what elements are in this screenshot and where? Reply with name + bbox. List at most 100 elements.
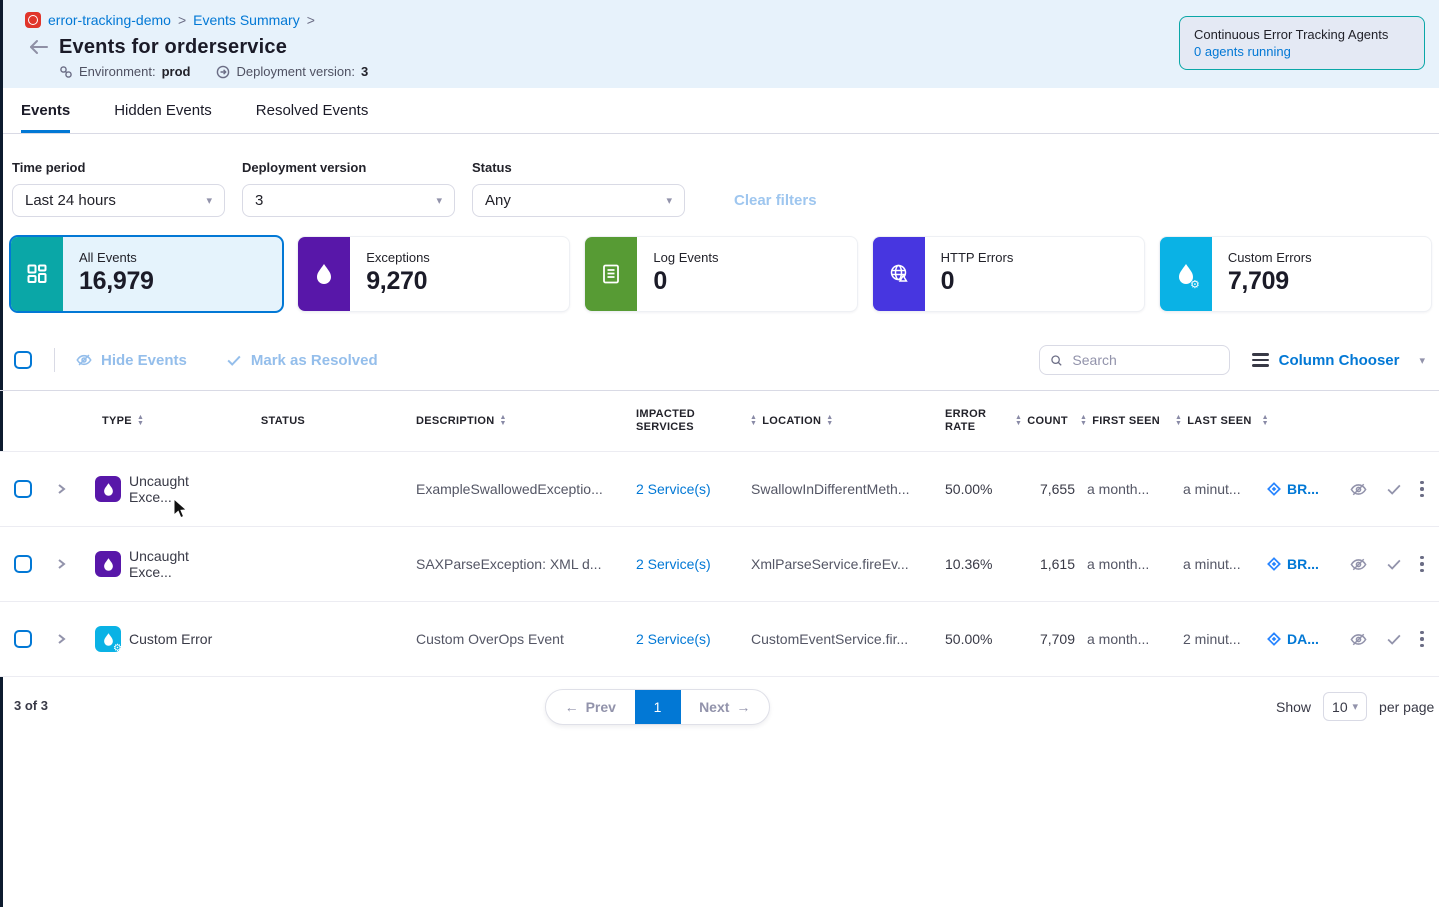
event-description: Custom OverOps Event <box>404 631 630 647</box>
error-rate: 50.00% <box>935 481 1015 497</box>
environment-label: Environment: <box>79 64 156 79</box>
card-exceptions[interactable]: Exceptions 9,270 <box>297 236 570 312</box>
event-description: SAXParseException: XML d... <box>404 556 630 572</box>
sort-icon[interactable]: ▲▼ <box>1262 415 1269 427</box>
hide-event-icon[interactable] <box>1349 555 1368 574</box>
column-header-type[interactable]: TYPE ▲▼ <box>88 415 228 428</box>
deployment-version-value: 3 <box>255 192 263 209</box>
impacted-services-link[interactable]: 2 Service(s) <box>636 631 711 647</box>
ticket-link[interactable]: BR... <box>1287 556 1319 572</box>
arrow-right-icon: → <box>736 699 750 715</box>
tab-hidden-events[interactable]: Hidden Events <box>114 88 212 133</box>
resolve-event-icon[interactable] <box>1385 555 1403 573</box>
column-header-count[interactable]: ▲▼ COUNT <box>1015 415 1075 428</box>
table-toolbar: Hide Events Mark as Resolved Column Choo… <box>14 344 1425 376</box>
hide-event-icon[interactable] <box>1349 630 1368 649</box>
resolve-event-icon[interactable] <box>1385 480 1403 498</box>
hide-events-label: Hide Events <box>101 352 187 369</box>
card-custom-errors[interactable]: ⚙ Custom Errors 7,709 <box>1159 236 1432 312</box>
table-row[interactable]: Uncaught Exce... ExampleSwallowedExcepti… <box>0 452 1439 527</box>
breadcrumb-project[interactable]: error-tracking-demo <box>48 12 171 28</box>
time-period-select[interactable]: Last 24 hours ▾ <box>12 184 225 217</box>
card-label: All Events <box>79 250 154 265</box>
impacted-services-link[interactable]: 2 Service(s) <box>636 481 711 497</box>
card-log-events[interactable]: Log Events 0 <box>584 236 857 312</box>
breadcrumb-events-summary[interactable]: Events Summary <box>193 12 300 28</box>
hide-event-icon[interactable] <box>1349 480 1368 499</box>
chevron-down-icon: ▾ <box>1419 354 1425 367</box>
event-type: Custom Error <box>129 631 212 647</box>
column-label: TYPE <box>102 415 132 428</box>
status-filter: Status Any ▾ <box>472 160 685 217</box>
environment-meta: Environment: prod <box>59 64 190 79</box>
sort-icon[interactable]: ▲▼ <box>137 415 144 427</box>
last-seen: a minut... <box>1170 481 1252 497</box>
sort-icon[interactable]: ▲▼ <box>1175 415 1182 427</box>
status-select[interactable]: Any ▾ <box>472 184 685 217</box>
tab-events[interactable]: Events <box>21 88 70 133</box>
tab-resolved-events[interactable]: Resolved Events <box>256 88 369 133</box>
card-label: HTTP Errors <box>941 250 1014 265</box>
page-size-control: Show 10 ▾ per page <box>1276 692 1434 721</box>
row-menu-icon[interactable] <box>1420 481 1424 498</box>
next-page-button[interactable]: Next → <box>681 690 770 724</box>
sort-icon[interactable]: ▲▼ <box>826 415 833 427</box>
impacted-services-link[interactable]: 2 Service(s) <box>636 556 711 572</box>
search-icon <box>1050 353 1063 368</box>
page-size-select[interactable]: 10 ▾ <box>1323 692 1367 721</box>
column-header-description[interactable]: DESCRIPTION ▲▼ <box>404 415 630 428</box>
card-value: 16,979 <box>79 267 154 296</box>
show-label: Show <box>1276 699 1311 715</box>
card-all-events[interactable]: All Events 16,979 <box>10 236 283 312</box>
row-checkbox[interactable] <box>14 480 32 498</box>
jira-diamond-icon <box>1267 482 1281 496</box>
column-header-error-rate[interactable]: ERROR RATE <box>935 408 1015 434</box>
chevron-down-icon: ▾ <box>206 194 212 207</box>
chevron-down-icon: ▾ <box>436 194 442 207</box>
sort-icon[interactable]: ▲▼ <box>1080 415 1087 427</box>
page-number-button[interactable]: 1 <box>635 690 681 724</box>
select-all-checkbox[interactable] <box>14 351 32 369</box>
column-chooser-button[interactable]: Column Chooser ▾ <box>1252 352 1425 369</box>
hide-events-button[interactable]: Hide Events <box>75 351 187 369</box>
card-http-errors[interactable]: HTTP Errors 0 <box>872 236 1145 312</box>
sort-icon[interactable]: ▲▼ <box>499 415 506 427</box>
row-checkbox[interactable] <box>14 630 32 648</box>
globe-warning-icon <box>873 237 925 311</box>
mark-resolved-button[interactable]: Mark as Resolved <box>225 351 378 369</box>
back-arrow-icon[interactable] <box>27 38 49 61</box>
column-label: FIRST SEEN <box>1092 415 1160 428</box>
table-row[interactable]: ⚙ Custom Error Custom OverOps Event 2 Se… <box>0 602 1439 677</box>
expand-row-icon[interactable] <box>54 557 68 571</box>
clear-filters-button[interactable]: Clear filters <box>734 192 817 209</box>
event-location: SwallowInDifferentMeth... <box>745 481 935 497</box>
ticket-link[interactable]: BR... <box>1287 481 1319 497</box>
expand-row-icon[interactable] <box>54 482 68 496</box>
sort-icon[interactable]: ▲▼ <box>750 415 757 427</box>
row-menu-icon[interactable] <box>1420 556 1424 573</box>
agents-box-title: Continuous Error Tracking Agents <box>1194 26 1410 43</box>
row-checkbox[interactable] <box>14 555 32 573</box>
column-header-status[interactable]: STATUS <box>228 415 338 428</box>
event-type: Uncaught Exce... <box>129 548 228 580</box>
column-header-first-seen[interactable]: ▲▼ FIRST SEEN <box>1075 415 1170 428</box>
agents-running-link[interactable]: 0 agents running <box>1194 43 1410 60</box>
resolve-event-icon[interactable] <box>1385 630 1403 648</box>
time-period-label: Time period <box>12 160 225 175</box>
search-input[interactable] <box>1070 351 1218 369</box>
chevron-down-icon: ▾ <box>1353 700 1359 713</box>
table-row[interactable]: Uncaught Exce... SAXParseException: XML … <box>0 527 1439 602</box>
first-seen: a month... <box>1075 556 1170 572</box>
page-size-value: 10 <box>1332 699 1348 715</box>
column-header-last-seen[interactable]: ▲▼ LAST SEEN ▲▼ <box>1170 415 1290 428</box>
column-header-location[interactable]: ▲▼ LOCATION ▲▼ <box>745 415 935 428</box>
deployment-version-icon <box>216 65 230 79</box>
ticket-link[interactable]: DA... <box>1287 631 1319 647</box>
row-menu-icon[interactable] <box>1420 631 1424 648</box>
deployment-version-select[interactable]: 3 ▾ <box>242 184 455 217</box>
column-header-impacted-services[interactable]: IMPACTED SERVICES <box>630 408 745 434</box>
next-label: Next <box>699 699 729 715</box>
expand-row-icon[interactable] <box>54 632 68 646</box>
sort-icon[interactable]: ▲▼ <box>1015 415 1022 427</box>
prev-page-button[interactable]: ← Prev <box>546 690 635 724</box>
